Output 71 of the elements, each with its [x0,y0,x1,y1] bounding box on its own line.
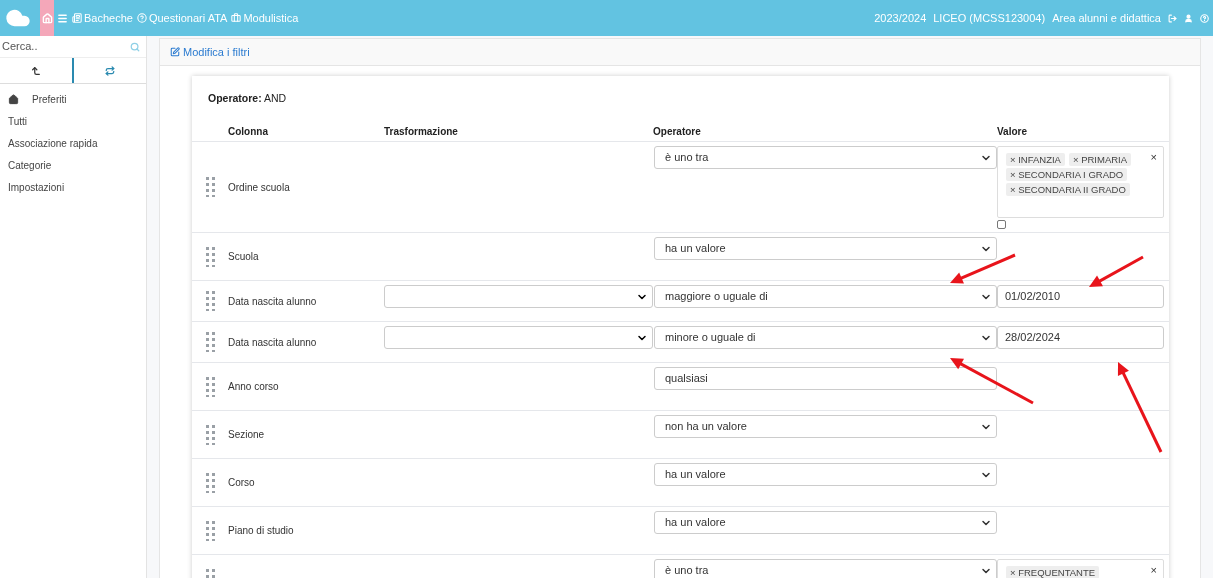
column-name: Piano di studio [228,524,294,538]
tag-chip[interactable]: × FREQUENTANTE [1006,566,1100,578]
drag-handle-icon[interactable] [205,376,215,397]
operator-label: Operatore: [208,92,262,104]
operator-select[interactable]: maggiore o uguale di [654,285,997,308]
operator-select[interactable]: è uno tra [654,146,997,169]
drag-handle-icon[interactable] [205,177,215,197]
tag-chip[interactable]: × SECONDARIA II GRADO [1006,183,1130,196]
tag-select-field[interactable]: × INFANZIA × PRIMARIA × SECONDARIA I GRADO × SECONDARIA II GRADO × [997,146,1164,218]
drag-handle-icon[interactable] [205,472,215,493]
user-icon[interactable] [1184,13,1193,23]
sidebar-item[interactable]: Impostazioni [0,176,146,198]
column-header: Trasformazione [384,126,458,137]
home-button[interactable] [40,0,54,36]
tag-chip[interactable]: × SECONDARIA I GRADO [1006,168,1128,181]
column-header: Valore [997,126,1028,137]
logout-icon[interactable] [1168,13,1177,23]
column-name: Scuola [228,250,259,264]
sidebar-item[interactable]: Tutti [0,110,146,132]
operator-select[interactable]: minore o uguale di [654,326,997,349]
home-icon [8,93,19,105]
nav-icon [231,13,242,23]
clear-button[interactable]: × [1150,149,1157,166]
sidebar-item[interactable]: Categorie [0,154,146,176]
column-name: Anno corso [228,380,279,394]
drag-handle-icon[interactable] [205,520,215,541]
value-field[interactable]: 01/02/2010 [997,285,1164,308]
drag-handle-icon[interactable] [205,424,215,445]
drag-handle-icon[interactable] [205,246,215,267]
operator-select[interactable]: ha un valore [654,511,997,534]
school-year: 2023/2024 [874,10,927,26]
column-name: Corso [228,476,255,490]
drag-handle-icon[interactable] [205,291,215,311]
operator-select[interactable]: ha un valore [654,237,997,260]
annotation-arrow [950,253,1016,284]
checkbox[interactable] [997,220,1006,229]
transformation-select[interactable] [384,285,653,308]
transformation-select[interactable] [384,326,653,349]
operator-value: AND [264,92,287,104]
annotation-arrow [1089,255,1144,287]
column-header: Colonna [228,126,268,137]
search-field[interactable]: Cerca.. [0,36,146,58]
area-name: Area alunni e didattica [1052,10,1161,26]
nav-icon [136,13,147,23]
operator-select[interactable]: non ha un valore [654,415,997,438]
column-name: Ordine scuola [228,180,290,195]
column-name: Sezione [228,428,265,442]
column-name: Data nascita alunno [228,294,317,309]
nav-icon [72,13,82,23]
sidebar-item[interactable]: Associazione rapida [0,132,146,154]
menu-icon[interactable] [57,12,68,24]
operator-select[interactable]: qualsiasi [654,367,997,390]
column-name: Data nascita alunno [228,335,317,350]
tag-chip[interactable]: × INFANZIA [1006,153,1065,166]
tag-select-field[interactable]: × FREQUENTANTE × [997,559,1164,578]
drag-handle-icon[interactable] [205,332,215,352]
tag-chip[interactable]: × PRIMARIA [1068,153,1132,166]
clear-button[interactable]: × [1150,562,1157,578]
sidebar-item[interactable]: Preferiti [0,88,146,110]
operator-select[interactable]: è uno tra [654,559,997,578]
repeat-icon [105,65,115,76]
edit-icon [170,47,180,57]
arrow-up-icon [31,65,41,76]
help-icon[interactable] [1200,13,1209,23]
school-name: LICEO (MCSS123004) [933,10,1046,26]
home-icon [41,12,53,24]
column-header: Operatore [653,126,701,137]
operator-select[interactable]: ha un valore [654,463,997,486]
edit-filters-link[interactable]: Modifica i filtri [170,43,250,61]
search-icon [130,41,140,52]
value-field[interactable]: 28/02/2024 [997,326,1164,349]
